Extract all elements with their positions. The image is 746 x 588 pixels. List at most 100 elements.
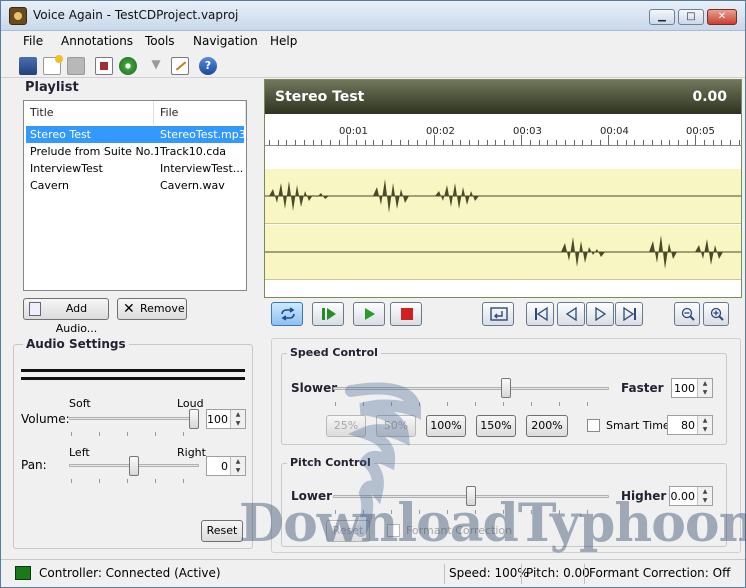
minimize-button[interactable]: ▁: [649, 9, 675, 25]
speed-200-button[interactable]: 200%: [526, 415, 568, 437]
close-button[interactable]: ✕: [707, 9, 737, 25]
transport-bar: [264, 299, 742, 331]
left-label: Left: [69, 446, 90, 459]
zoom-out-button[interactable]: [674, 302, 700, 326]
spinner-arrows-icon[interactable]: ▲ ▼: [697, 416, 712, 434]
next-button[interactable]: [586, 302, 614, 326]
play-from-start-button[interactable]: [312, 302, 344, 326]
cd-icon[interactable]: [119, 57, 137, 75]
ruler-tick: [443, 140, 444, 145]
ruler-tick: [347, 135, 349, 145]
ruler-tick: [425, 140, 427, 145]
stop-button[interactable]: [390, 302, 422, 326]
ruler-tick: [625, 140, 627, 145]
time-ruler[interactable]: 00:01 00:02 00:03 00:04 00:05: [265, 114, 741, 146]
ruler-tick: [269, 140, 270, 145]
return-button[interactable]: [482, 302, 514, 326]
right-channel[interactable]: [265, 225, 741, 280]
ruler-tick: [408, 140, 410, 145]
ruler-tick: [538, 140, 540, 145]
left-waveform: [265, 179, 741, 213]
ruler-tick: [547, 140, 549, 145]
speed-spinner[interactable]: 100 ▲ ▼: [671, 378, 713, 398]
speed-control-title: Speed Control: [287, 346, 381, 359]
speed-slider-thumb[interactable]: [500, 378, 511, 398]
ruler-tick: [556, 140, 558, 145]
volume-label: Volume:: [21, 412, 70, 426]
ruler-tick: [390, 140, 392, 145]
filter-icon[interactable]: ▼: [147, 57, 165, 75]
ruler-tick: [573, 140, 575, 145]
spinner-arrows-icon[interactable]: ▲ ▼: [697, 379, 712, 397]
right-label: Right: [177, 446, 206, 459]
previous-icon: [565, 307, 577, 321]
new-project-icon[interactable]: [19, 57, 37, 75]
list-item[interactable]: Stereo Test StereoTest.mp3: [26, 126, 244, 143]
save-icon[interactable]: [67, 57, 85, 75]
ruler-tick: [373, 140, 375, 145]
speed-150-button[interactable]: 150%: [476, 415, 516, 437]
speed-100-button[interactable]: 100%: [426, 415, 466, 437]
menu-file[interactable]: File: [23, 34, 43, 48]
ruler-tick: [704, 140, 705, 145]
ruler-tick: [399, 140, 401, 145]
play-button[interactable]: [353, 302, 385, 326]
smart-time-checkbox[interactable]: [587, 419, 600, 432]
remove-x-icon: ✕: [123, 301, 135, 317]
ruler-tick: [460, 140, 462, 145]
next-icon: [595, 307, 607, 321]
ruler-tick: [321, 140, 323, 145]
right-waveform: [265, 235, 741, 269]
menu-tools[interactable]: Tools: [145, 34, 175, 48]
status-divider: [521, 564, 522, 584]
ruler-tick: [277, 140, 279, 145]
spinner-arrows-icon[interactable]: ▲ ▼: [230, 410, 245, 428]
ruler-tick: [677, 140, 679, 145]
pan-spinner[interactable]: 0 ▲ ▼: [206, 456, 246, 476]
playlist-list[interactable]: Title File Stereo Test StereoTest.mp3 Pr…: [23, 100, 247, 291]
edit-icon[interactable]: [171, 57, 189, 75]
volume-slider-track[interactable]: [69, 417, 199, 420]
volume-slider-thumb[interactable]: [189, 409, 199, 429]
ruler-tick: [312, 140, 314, 145]
help-icon[interactable]: ?: [199, 57, 217, 75]
pan-slider-thumb[interactable]: [129, 456, 139, 476]
skip-start-button[interactable]: [526, 302, 554, 326]
status-bar: Controller: Connected (Active) Speed: 10…: [1, 559, 745, 587]
ruler-tick: [356, 140, 357, 145]
list-item[interactable]: InterviewTest InterviewTest....: [26, 160, 244, 177]
track-header: Stereo Test 0.00: [265, 80, 741, 114]
add-audio-button[interactable]: Add Audio...: [23, 298, 109, 335]
waveform-panel[interactable]: Stereo Test 0.00 00:01 00:02 00:03 00:04…: [264, 79, 742, 298]
list-item[interactable]: Prelude from Suite No.1... Track10.cda: [26, 143, 244, 160]
left-channel[interactable]: [265, 169, 741, 224]
ruler-tick: [451, 140, 453, 145]
ruler-tick: [364, 140, 366, 145]
remove-button[interactable]: ✕ Remove: [117, 298, 187, 320]
previous-button[interactable]: [557, 302, 585, 326]
status-formant: Formant Correction: Off: [589, 566, 731, 580]
volume-spinner[interactable]: 100 ▲ ▼: [206, 409, 246, 429]
menu-annotations[interactable]: Annotations: [61, 34, 133, 48]
export-icon[interactable]: [95, 57, 113, 75]
list-item[interactable]: Cavern Cavern.wav: [26, 177, 244, 194]
smart-time-label: Smart Time:: [606, 419, 674, 432]
return-icon: [490, 307, 508, 321]
zoom-in-button[interactable]: [703, 302, 729, 326]
maximize-button[interactable]: □: [678, 9, 704, 25]
smart-time-spinner[interactable]: 80 ▲ ▼: [667, 415, 713, 435]
audio-reset-button[interactable]: Reset: [201, 520, 243, 542]
menu-navigation[interactable]: Navigation: [193, 34, 258, 48]
column-file[interactable]: File: [154, 101, 246, 125]
loop-button[interactable]: [271, 302, 303, 326]
spinner-arrows-icon[interactable]: ▲ ▼: [230, 457, 245, 475]
main-window: Voice Again - TestCDProject.vaproj ▁ □ ✕…: [0, 0, 746, 588]
menu-help[interactable]: Help: [270, 34, 297, 48]
volume-ticks: [71, 432, 197, 436]
skip-end-button[interactable]: [615, 302, 643, 326]
column-title[interactable]: Title: [24, 101, 154, 125]
ruler-label: 00:03: [513, 126, 542, 137]
level-meter: [21, 377, 245, 380]
play-icon: [365, 308, 375, 320]
open-icon[interactable]: [43, 55, 63, 75]
